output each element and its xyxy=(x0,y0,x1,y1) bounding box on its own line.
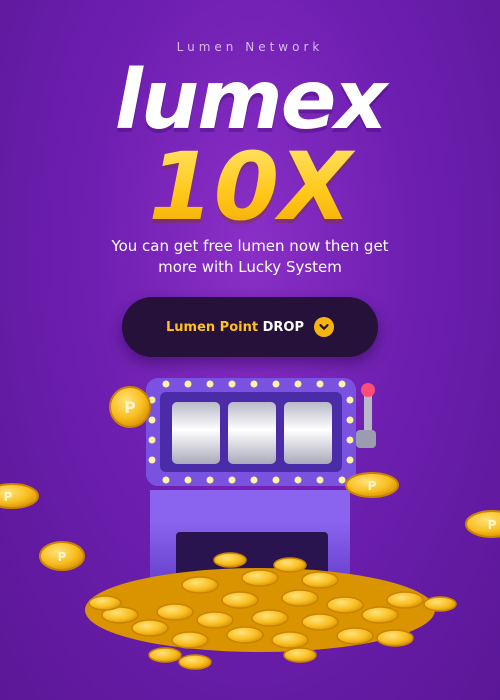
coin-icon: P xyxy=(39,541,85,571)
svg-text:P: P xyxy=(58,550,67,564)
svg-text:P: P xyxy=(488,518,497,532)
coin-icon: P xyxy=(465,510,500,538)
coin-pile xyxy=(85,552,457,670)
svg-text:P: P xyxy=(4,490,13,504)
coin-icon: P xyxy=(0,483,39,509)
svg-text:P: P xyxy=(124,398,136,417)
svg-text:P: P xyxy=(368,479,377,493)
slot-machine-frame xyxy=(146,378,356,486)
coin-icon: P xyxy=(345,472,399,498)
slot-machine-illustration: P P P P P xyxy=(0,378,500,670)
slot-lever xyxy=(356,383,376,448)
coin-icon: P xyxy=(109,386,151,428)
